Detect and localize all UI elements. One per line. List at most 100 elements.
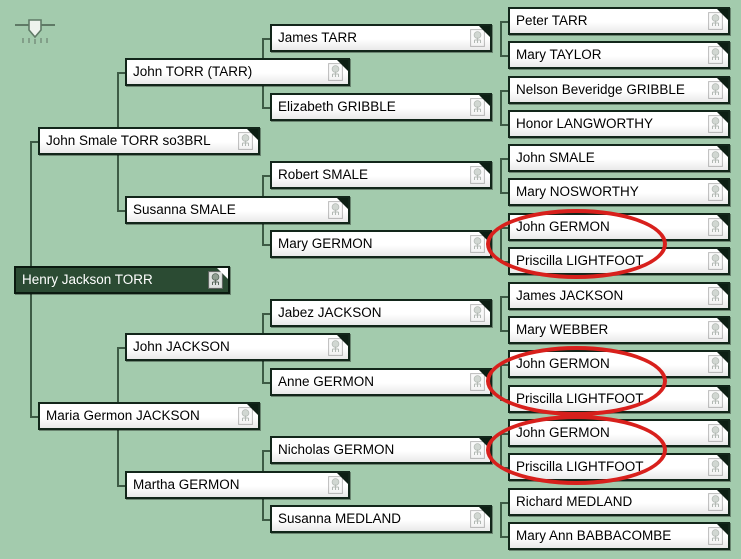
- person-name: Mary WEBBER: [516, 323, 609, 337]
- family-tree-icon: [328, 476, 343, 494]
- person-node[interactable]: Priscilla LIGHTFOOT: [508, 247, 730, 275]
- person-node[interactable]: Nicholas GERMON: [270, 436, 492, 464]
- person-name: Priscilla LIGHTFOOT: [516, 460, 644, 474]
- person-name: Richard MEDLAND: [516, 495, 633, 509]
- person-name: Mary TAYLOR: [516, 48, 602, 62]
- person-node[interactable]: Jabez JACKSON: [270, 299, 492, 327]
- person-node[interactable]: John GERMON: [508, 350, 730, 378]
- person-node[interactable]: John SMALE: [508, 144, 730, 172]
- person-name: Elizabeth GRIBBLE: [278, 100, 396, 114]
- connector-line: [500, 364, 502, 399]
- person-node[interactable]: Nelson Beveridge GRIBBLE: [508, 76, 730, 104]
- family-tree-icon: [708, 218, 723, 236]
- family-tree-icon: [470, 510, 485, 528]
- person-name: Peter TARR: [516, 14, 588, 28]
- person-node[interactable]: Maria Germon JACKSON: [38, 402, 260, 430]
- person-node[interactable]: Richard MEDLAND: [508, 488, 730, 516]
- person-node[interactable]: James JACKSON: [508, 282, 730, 310]
- connector-line: [500, 90, 502, 124]
- connector-line: [500, 21, 502, 55]
- person-name: Nelson Beveridge GRIBBLE: [516, 83, 685, 97]
- family-tree-icon: [328, 63, 343, 81]
- person-name: James JACKSON: [516, 289, 624, 303]
- family-tree-icon: [470, 166, 485, 184]
- family-tree-icon: [470, 98, 485, 116]
- person-node[interactable]: John Smale TORR so3BRL: [38, 127, 260, 155]
- family-tree-icon: [208, 271, 223, 289]
- person-name: Priscilla LIGHTFOOT: [516, 254, 644, 268]
- person-name: Priscilla LIGHTFOOT: [516, 392, 644, 406]
- family-tree-icon: [708, 287, 723, 305]
- person-name: Mary NOSWORTHY: [516, 185, 639, 199]
- family-tree-icon: [328, 338, 343, 356]
- root-person-node[interactable]: Henry Jackson TORR: [14, 266, 230, 294]
- person-node[interactable]: Martha GERMON: [125, 471, 350, 499]
- person-node[interactable]: Mary WEBBER: [508, 316, 730, 344]
- family-tree-icon: [708, 115, 723, 133]
- person-name: Martha GERMON: [133, 478, 240, 492]
- person-node[interactable]: James TARR: [270, 24, 492, 52]
- connector-line: [500, 502, 502, 536]
- person-node[interactable]: Priscilla LIGHTFOOT: [508, 453, 730, 481]
- connector-line: [500, 227, 502, 261]
- person-node[interactable]: Peter TARR: [508, 7, 730, 35]
- family-tree-icon: [238, 407, 253, 425]
- person-name: Mary Ann BABBACOMBE: [516, 529, 672, 543]
- person-node[interactable]: John JACKSON: [125, 333, 350, 361]
- person-name: John SMALE: [516, 151, 595, 165]
- person-node[interactable]: John TORR (TARR): [125, 58, 350, 86]
- person-name: Robert SMALE: [278, 168, 369, 182]
- person-node[interactable]: Priscilla LIGHTFOOT: [508, 385, 730, 413]
- family-tree-icon: [470, 29, 485, 47]
- family-tree-icon: [708, 527, 723, 545]
- person-name: Anne GERMON: [278, 375, 375, 389]
- tree-pin-icon[interactable]: [13, 14, 57, 46]
- family-tree-icon: [328, 201, 343, 219]
- person-name: Nicholas GERMON: [278, 443, 395, 457]
- person-name: John Smale TORR so3BRL: [46, 134, 211, 148]
- person-node[interactable]: John GERMON: [508, 213, 730, 241]
- person-node[interactable]: Mary Ann BABBACOMBE: [508, 522, 730, 550]
- person-node[interactable]: Susanna MEDLAND: [270, 505, 492, 533]
- person-name: James TARR: [278, 31, 358, 45]
- connector-line: [500, 296, 502, 330]
- person-node[interactable]: Robert SMALE: [270, 161, 492, 189]
- person-name: Jabez JACKSON: [278, 306, 382, 320]
- pedigree-chart: Henry Jackson TORR John Smale TORR so3BRL…: [0, 0, 741, 559]
- family-tree-icon: [708, 12, 723, 30]
- person-node[interactable]: Elizabeth GRIBBLE: [270, 93, 492, 121]
- family-tree-icon: [470, 373, 485, 391]
- person-node[interactable]: Honor LANGWORTHY: [508, 110, 730, 138]
- family-tree-icon: [708, 46, 723, 64]
- family-tree-icon: [708, 183, 723, 201]
- family-tree-icon: [470, 304, 485, 322]
- person-node[interactable]: Mary NOSWORTHY: [508, 178, 730, 206]
- person-name: Mary GERMON: [278, 237, 373, 251]
- family-tree-icon: [708, 390, 723, 408]
- person-node[interactable]: John GERMON: [508, 419, 730, 447]
- person-node[interactable]: Susanna SMALE: [125, 196, 350, 224]
- person-node[interactable]: Anne GERMON: [270, 368, 492, 396]
- person-node[interactable]: Mary GERMON: [270, 230, 492, 258]
- family-tree-icon: [708, 458, 723, 476]
- family-tree-icon: [708, 81, 723, 99]
- family-tree-icon: [238, 132, 253, 150]
- family-tree-icon: [708, 252, 723, 270]
- family-tree-icon: [470, 235, 485, 253]
- person-name: John GERMON: [516, 357, 610, 371]
- person-node[interactable]: Mary TAYLOR: [508, 41, 730, 69]
- connector-line: [500, 158, 502, 192]
- family-tree-icon: [708, 321, 723, 339]
- family-tree-icon: [470, 441, 485, 459]
- family-tree-icon: [708, 355, 723, 373]
- person-name: John GERMON: [516, 220, 610, 234]
- family-tree-icon: [708, 424, 723, 442]
- person-name: Susanna MEDLAND: [278, 512, 402, 526]
- person-name: Henry Jackson TORR: [22, 273, 153, 287]
- family-tree-icon: [708, 493, 723, 511]
- person-name: Maria Germon JACKSON: [46, 409, 200, 423]
- person-name: John GERMON: [516, 426, 610, 440]
- person-name: Susanna SMALE: [133, 203, 236, 217]
- connector-line: [500, 433, 502, 467]
- person-name: Honor LANGWORTHY: [516, 117, 654, 131]
